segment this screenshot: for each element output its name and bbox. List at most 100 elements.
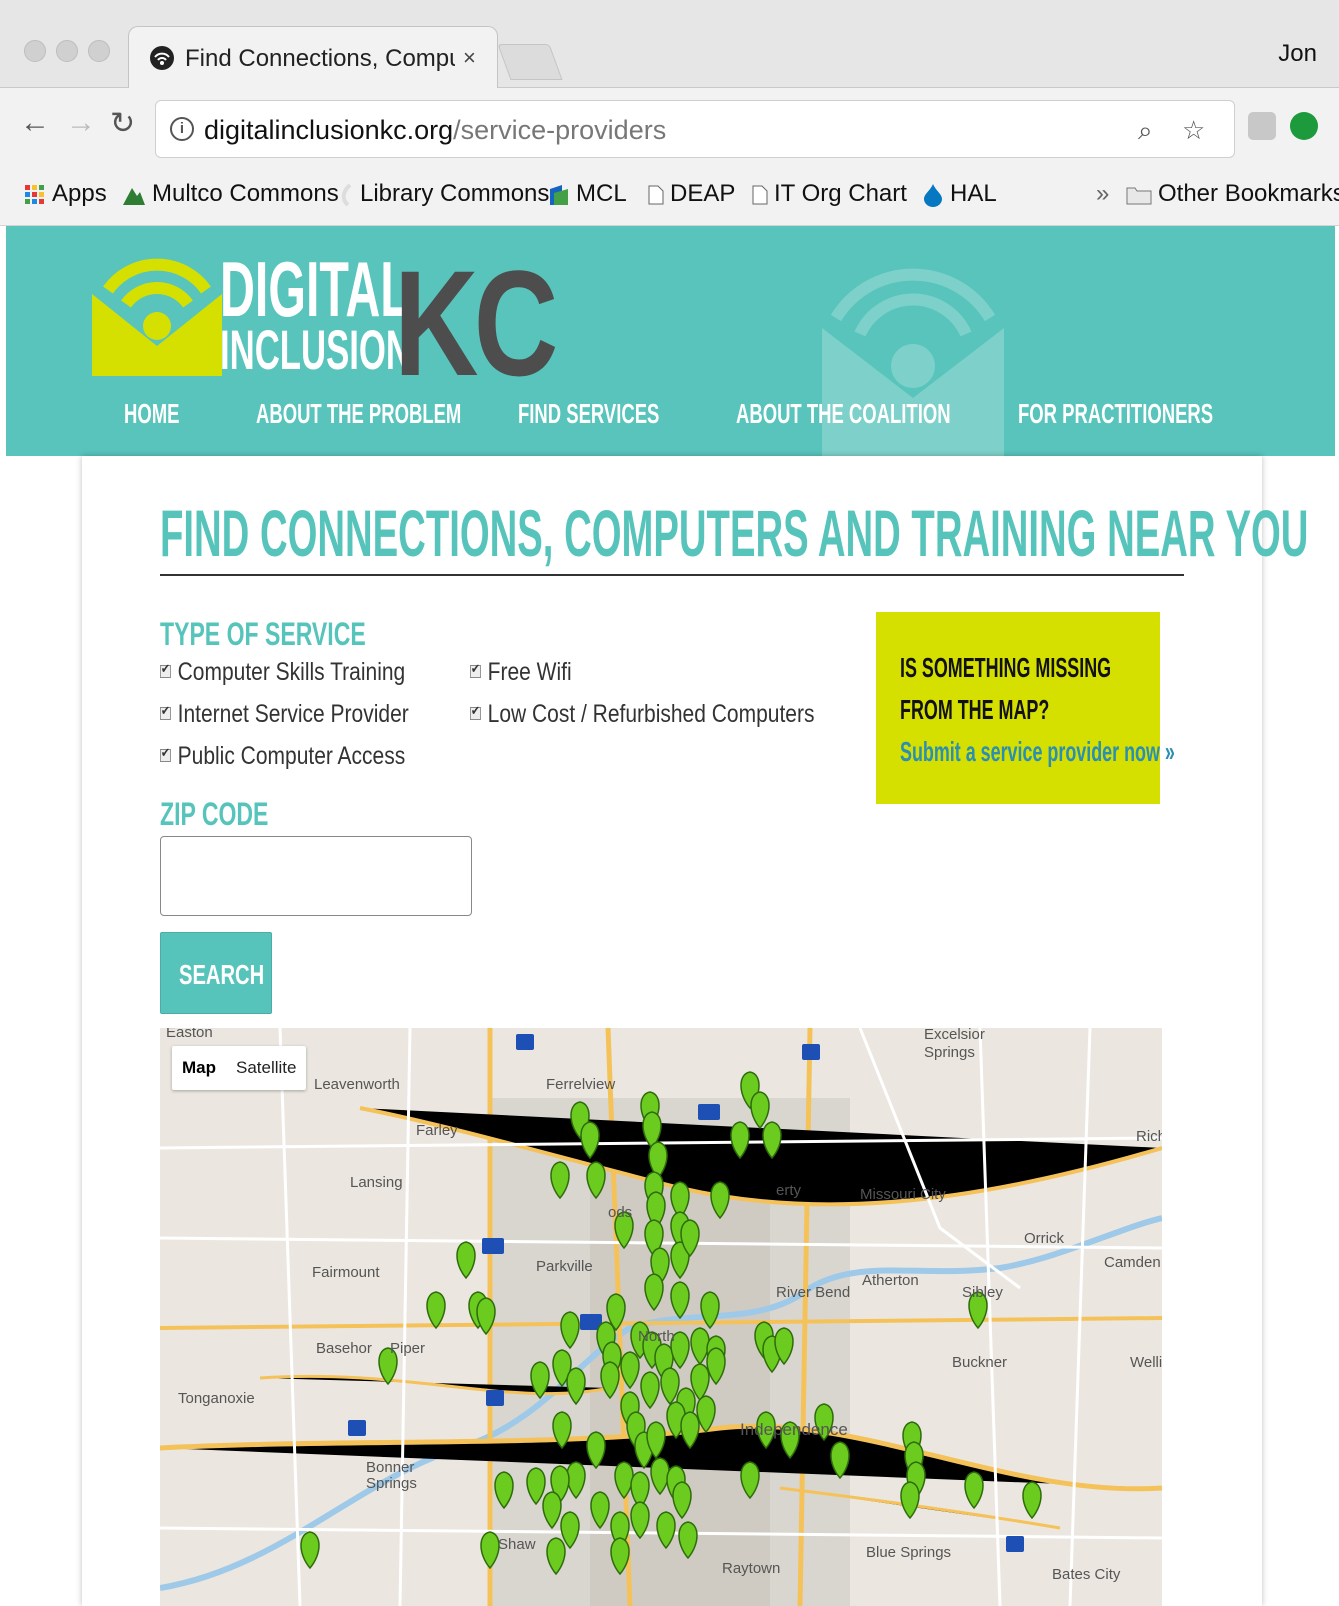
content-card: FIND CONNECTIONS, COMPUTERS AND TRAINING…	[82, 456, 1308, 1606]
bookmark-library-commons[interactable]: Library Commons	[340, 180, 549, 208]
map-pin-icon[interactable]	[456, 1241, 476, 1280]
place-label: Buckner	[952, 1354, 1008, 1371]
new-tab-button[interactable]	[497, 44, 563, 80]
checkbox-low-cost-refurbished-computers[interactable]: Low Cost / Refurbished Computers	[470, 700, 814, 729]
leaf-icon	[341, 183, 352, 206]
url-domain: digitalinclusionkc.org	[204, 115, 454, 145]
place-label: Shaw	[498, 1536, 536, 1553]
place-label: Farley	[416, 1122, 458, 1139]
bookmark-it-org-chart[interactable]: IT Org Chart	[752, 180, 907, 208]
wifi-favicon-icon	[150, 46, 174, 70]
place-label: Bonner Springs	[366, 1459, 417, 1492]
nav-for-practitioners[interactable]: FOR PRACTITIONERS	[1018, 398, 1213, 430]
other-bookmarks[interactable]: Other Bookmarks	[1126, 180, 1339, 208]
map-type-toggle[interactable]: Map Satellite	[172, 1046, 307, 1090]
url-text[interactable]: digitalinclusionkc.org/service-providers	[204, 115, 666, 146]
satellite-view-button[interactable]: Satellite	[226, 1046, 306, 1090]
bookmark-star-icon[interactable]: ☆	[1182, 115, 1205, 146]
nav-about-the-problem[interactable]: ABOUT THE PROBLEM	[256, 398, 461, 430]
place-label: Blue Springs	[866, 1544, 952, 1561]
apps-grid-icon	[25, 184, 44, 204]
tab-close-icon[interactable]: ×	[463, 45, 476, 71]
tab-bar: Find Connections, Computers a × Jon	[0, 0, 1339, 88]
address-bar[interactable]: i digitalinclusionkc.org/service-provide…	[155, 100, 1235, 158]
tab-title: Find Connections, Computers a	[185, 45, 455, 72]
map-roads	[160, 1028, 1162, 1606]
checkbox[interactable]	[160, 703, 171, 720]
map-pin-icon[interactable]	[300, 1531, 320, 1570]
map-pin-icon[interactable]	[1022, 1481, 1042, 1520]
checkbox[interactable]	[470, 661, 481, 678]
checkbox-label: Internet Service Provider	[177, 700, 409, 728]
checkbox-label: Public Computer Access	[177, 742, 406, 770]
submit-provider-link[interactable]: Submit a service provider now »	[900, 736, 1175, 768]
url-path: /service-providers	[453, 115, 667, 145]
zip-code-input[interactable]	[160, 836, 472, 916]
bookmark-label: Other Bookmarks	[1158, 180, 1339, 207]
bookmark-apps[interactable]: Apps	[24, 180, 107, 208]
place-label: Bates City	[1052, 1566, 1121, 1583]
close-window-button[interactable]	[24, 40, 46, 62]
bookmark-multco-commons[interactable]: Multco Commons	[122, 180, 339, 208]
checkbox[interactable]	[160, 745, 171, 762]
bookmark-deap[interactable]: DEAP	[648, 180, 735, 208]
nav-about-the-coalition[interactable]: ABOUT THE COALITION	[736, 398, 951, 430]
checkbox-label: Computer Skills Training	[177, 658, 406, 686]
bookmark-mcl[interactable]: MCL	[548, 180, 627, 208]
checkbox-label: Free Wifi	[487, 658, 572, 686]
place-label: North	[638, 1328, 675, 1345]
reload-icon[interactable]: ↻	[110, 106, 135, 141]
bookmark-label: IT Org Chart	[774, 180, 907, 207]
profile-name[interactable]: Jon	[1278, 40, 1317, 68]
checkbox-public-computer-access[interactable]: Public Computer Access	[160, 742, 405, 771]
place-label: Welli	[1130, 1354, 1162, 1371]
checkbox[interactable]	[470, 703, 481, 720]
folder-icon	[1126, 187, 1152, 205]
search-button-label: SEARCH	[179, 959, 265, 990]
map-pin-icon[interactable]	[964, 1471, 984, 1510]
checkbox-internet-service-provider[interactable]: Internet Service Provider	[160, 700, 409, 729]
logo-kc: KC	[394, 239, 558, 407]
checkbox-computer-skills-training[interactable]: Computer Skills Training	[160, 658, 405, 687]
place-label: Independence	[740, 1420, 848, 1439]
map-pin-icon[interactable]	[426, 1291, 446, 1330]
service-map[interactable]: Map Satellite Easton Leavenworth Ferrelv…	[160, 1028, 1162, 1606]
bookmark-label: DEAP	[670, 180, 736, 207]
map-view-button[interactable]: Map	[172, 1046, 226, 1090]
page-icon	[648, 185, 664, 205]
bookmark-label: Apps	[52, 180, 107, 207]
place-label: Piper	[390, 1340, 426, 1357]
place-label: Rich	[1136, 1128, 1162, 1145]
update-arrow-icon[interactable]	[1290, 112, 1318, 140]
map-pin-icon[interactable]	[900, 1481, 920, 1520]
place-label: Missouri City	[860, 1186, 946, 1203]
checkbox-free-wifi[interactable]: Free Wifi	[470, 658, 572, 687]
bookmark-label: Multco Commons	[152, 180, 339, 207]
search-button[interactable]: SEARCH	[160, 932, 272, 1014]
maximize-window-button[interactable]	[88, 40, 110, 62]
info-icon[interactable]: i	[170, 117, 194, 141]
mcl-book-icon	[550, 184, 568, 205]
bookmark-label: Library Commons	[360, 180, 550, 207]
place-label: Ferrelview	[546, 1076, 616, 1093]
checkbox[interactable]	[160, 661, 171, 678]
digital-inclusion-logo-icon[interactable]	[92, 236, 222, 376]
browser-tab-active[interactable]: Find Connections, Computers a ×	[128, 26, 498, 88]
place-label: erty	[776, 1182, 802, 1199]
bookmark-hal[interactable]: HAL	[922, 180, 997, 208]
place-label: Raytown	[722, 1560, 781, 1577]
missing-heading-line2: FROM THE MAP?	[900, 694, 1050, 725]
browser-toolbar: ← → ↻ i digitalinclusionkc.org/service-p…	[0, 88, 1339, 164]
missing-provider-callout: IS SOMETHING MISSING FROM THE MAP? Submi…	[876, 612, 1175, 804]
forward-arrow-icon[interactable]: →	[66, 106, 96, 140]
back-arrow-icon[interactable]: ←	[20, 106, 50, 140]
extension-icon[interactable]	[1248, 112, 1276, 140]
nav-home[interactable]: HOME	[124, 398, 179, 430]
logo-digital: DIGITAL	[220, 245, 410, 333]
zoom-icon[interactable]: ⌕	[1138, 115, 1153, 147]
place-label: Tonganoxie	[178, 1390, 255, 1407]
nav-find-services[interactable]: FIND SERVICES	[518, 398, 659, 430]
place-label: Camden	[1104, 1254, 1161, 1271]
bookmarks-overflow-button[interactable]: »	[1096, 180, 1109, 208]
minimize-window-button[interactable]	[56, 40, 78, 62]
